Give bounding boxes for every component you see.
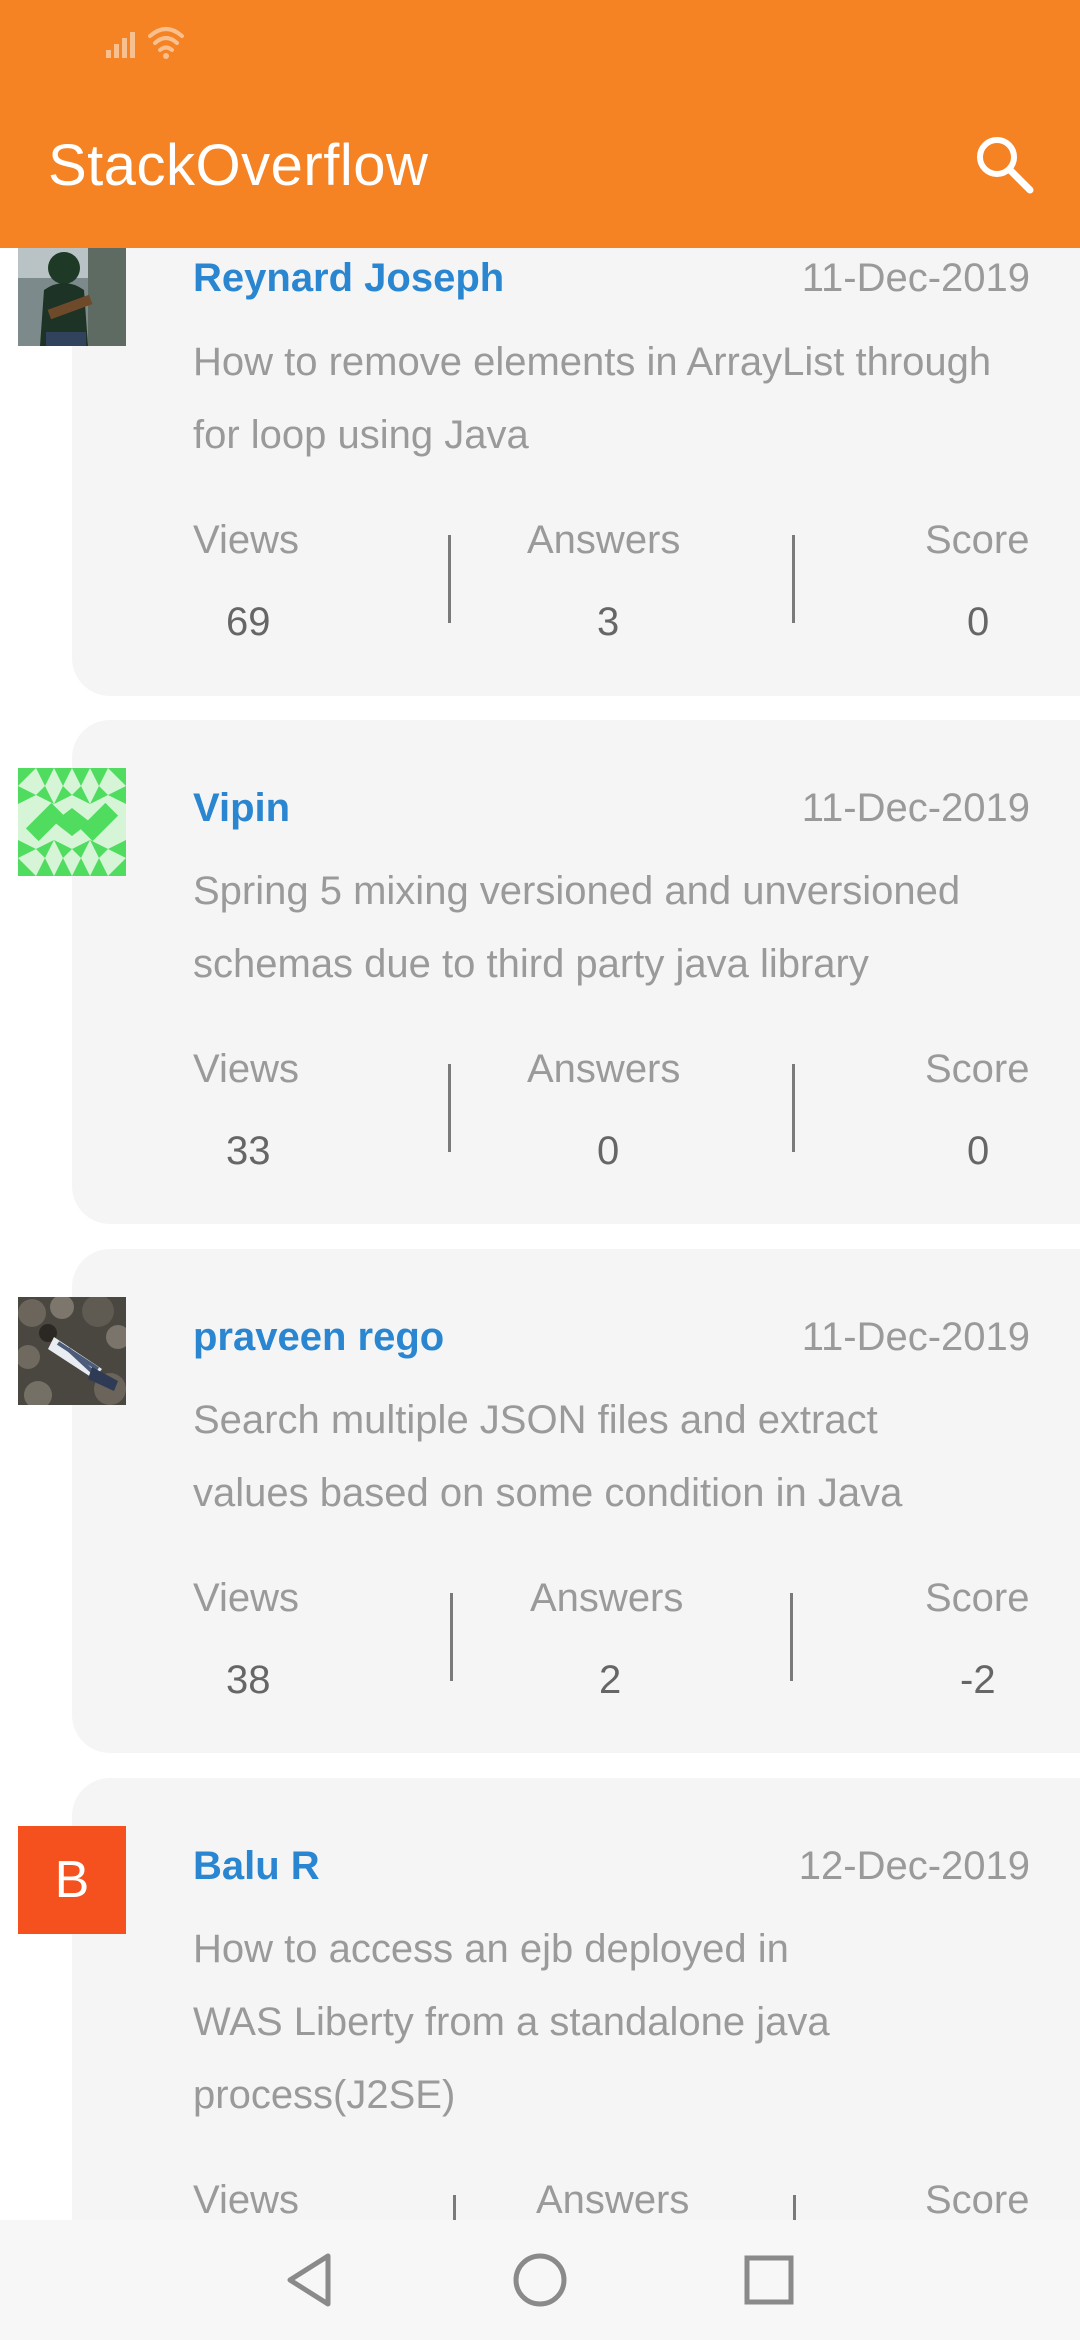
score-value: 0 bbox=[967, 1129, 990, 1173]
avatar-letter: B bbox=[54, 1851, 90, 1909]
score-value: -2 bbox=[960, 1658, 996, 1702]
question-title-line: How to access an ejb deployed in bbox=[193, 1927, 789, 1971]
back-triangle-icon bbox=[287, 2253, 331, 2307]
nav-home-button[interactable] bbox=[506, 2246, 574, 2314]
views-label: Views bbox=[193, 1576, 299, 1620]
question-title[interactable]: How to access an ejb deployed in WAS Lib… bbox=[193, 1913, 1053, 2132]
author-name[interactable]: Vipin bbox=[193, 786, 290, 831]
author-name[interactable]: Balu R bbox=[193, 1844, 320, 1889]
avatar[interactable] bbox=[18, 768, 126, 876]
views-value: 69 bbox=[226, 600, 271, 644]
views-label: Views bbox=[193, 1047, 299, 1091]
question-date: 11-Dec-2019 bbox=[801, 1315, 1030, 1359]
recents-square-icon bbox=[744, 2255, 794, 2305]
stat-divider bbox=[793, 2195, 796, 2220]
avatar[interactable]: B bbox=[18, 1826, 126, 1934]
question-title[interactable]: How to remove elements in ArrayList thro… bbox=[193, 326, 1053, 472]
score-value: 0 bbox=[967, 600, 990, 644]
answers-label: Answers bbox=[527, 518, 681, 562]
search-button[interactable] bbox=[972, 132, 1036, 196]
answers-value: 0 bbox=[597, 1129, 620, 1173]
question-title-line: Spring 5 mixing versioned and unversione… bbox=[193, 869, 961, 913]
stat-divider bbox=[448, 1064, 451, 1152]
score-label: Score bbox=[925, 1576, 1030, 1620]
app-bar: StackOverflow bbox=[0, 0, 1080, 248]
question-title-line: schemas due to third party java library bbox=[193, 942, 869, 986]
signal-wifi-icons bbox=[106, 22, 190, 60]
question-title[interactable]: Spring 5 mixing versioned and unversione… bbox=[193, 855, 1053, 1001]
score-label: Score bbox=[925, 518, 1030, 562]
question-title-line: process(J2SE) bbox=[193, 2073, 456, 2117]
score-label: Score bbox=[925, 2178, 1030, 2220]
author-name[interactable]: praveen rego bbox=[193, 1315, 444, 1360]
nav-recents-button[interactable] bbox=[735, 2246, 803, 2314]
nav-back-button[interactable] bbox=[276, 2246, 344, 2314]
views-label: Views bbox=[193, 518, 299, 562]
score-label: Score bbox=[925, 1047, 1030, 1091]
views-label: Views bbox=[193, 2178, 299, 2220]
answers-label: Answers bbox=[527, 1047, 681, 1091]
avatar[interactable] bbox=[18, 238, 126, 346]
stat-divider bbox=[448, 535, 451, 623]
stat-divider bbox=[792, 535, 795, 623]
answers-label: Answers bbox=[530, 1576, 684, 1620]
views-value: 33 bbox=[226, 1129, 271, 1173]
app-title: StackOverflow bbox=[48, 133, 429, 198]
views-value: 38 bbox=[226, 1658, 271, 1702]
question-date: 12-Dec-2019 bbox=[798, 1844, 1030, 1888]
question-title-line: Search multiple JSON files and extract bbox=[193, 1398, 878, 1442]
answers-value: 3 bbox=[597, 600, 620, 644]
answers-value: 2 bbox=[599, 1658, 622, 1702]
question-date: 11-Dec-2019 bbox=[801, 786, 1030, 830]
search-icon bbox=[977, 137, 1034, 194]
system-nav-bar bbox=[0, 2220, 1080, 2340]
stat-divider bbox=[453, 2195, 456, 2220]
home-circle-icon bbox=[513, 2253, 567, 2307]
author-name[interactable]: Reynard Joseph bbox=[193, 256, 504, 301]
question-list[interactable]: Reynard Joseph 11-Dec-2019 How to remove… bbox=[0, 0, 1080, 2220]
avatar[interactable] bbox=[18, 1297, 126, 1405]
question-title-line: WAS Liberty from a standalone java bbox=[193, 2000, 830, 2044]
question-title[interactable]: Search multiple JSON files and extract v… bbox=[193, 1384, 1053, 1530]
answers-label: Answers bbox=[536, 2178, 690, 2220]
question-title-line: for loop using Java bbox=[193, 413, 529, 457]
stat-divider bbox=[792, 1064, 795, 1152]
stat-divider bbox=[790, 1593, 793, 1681]
question-title-line: How to remove elements in ArrayList thro… bbox=[193, 340, 992, 384]
stat-divider bbox=[450, 1593, 453, 1681]
question-title-line: values based on some condition in Java bbox=[193, 1471, 903, 1515]
question-date: 11-Dec-2019 bbox=[801, 256, 1030, 300]
